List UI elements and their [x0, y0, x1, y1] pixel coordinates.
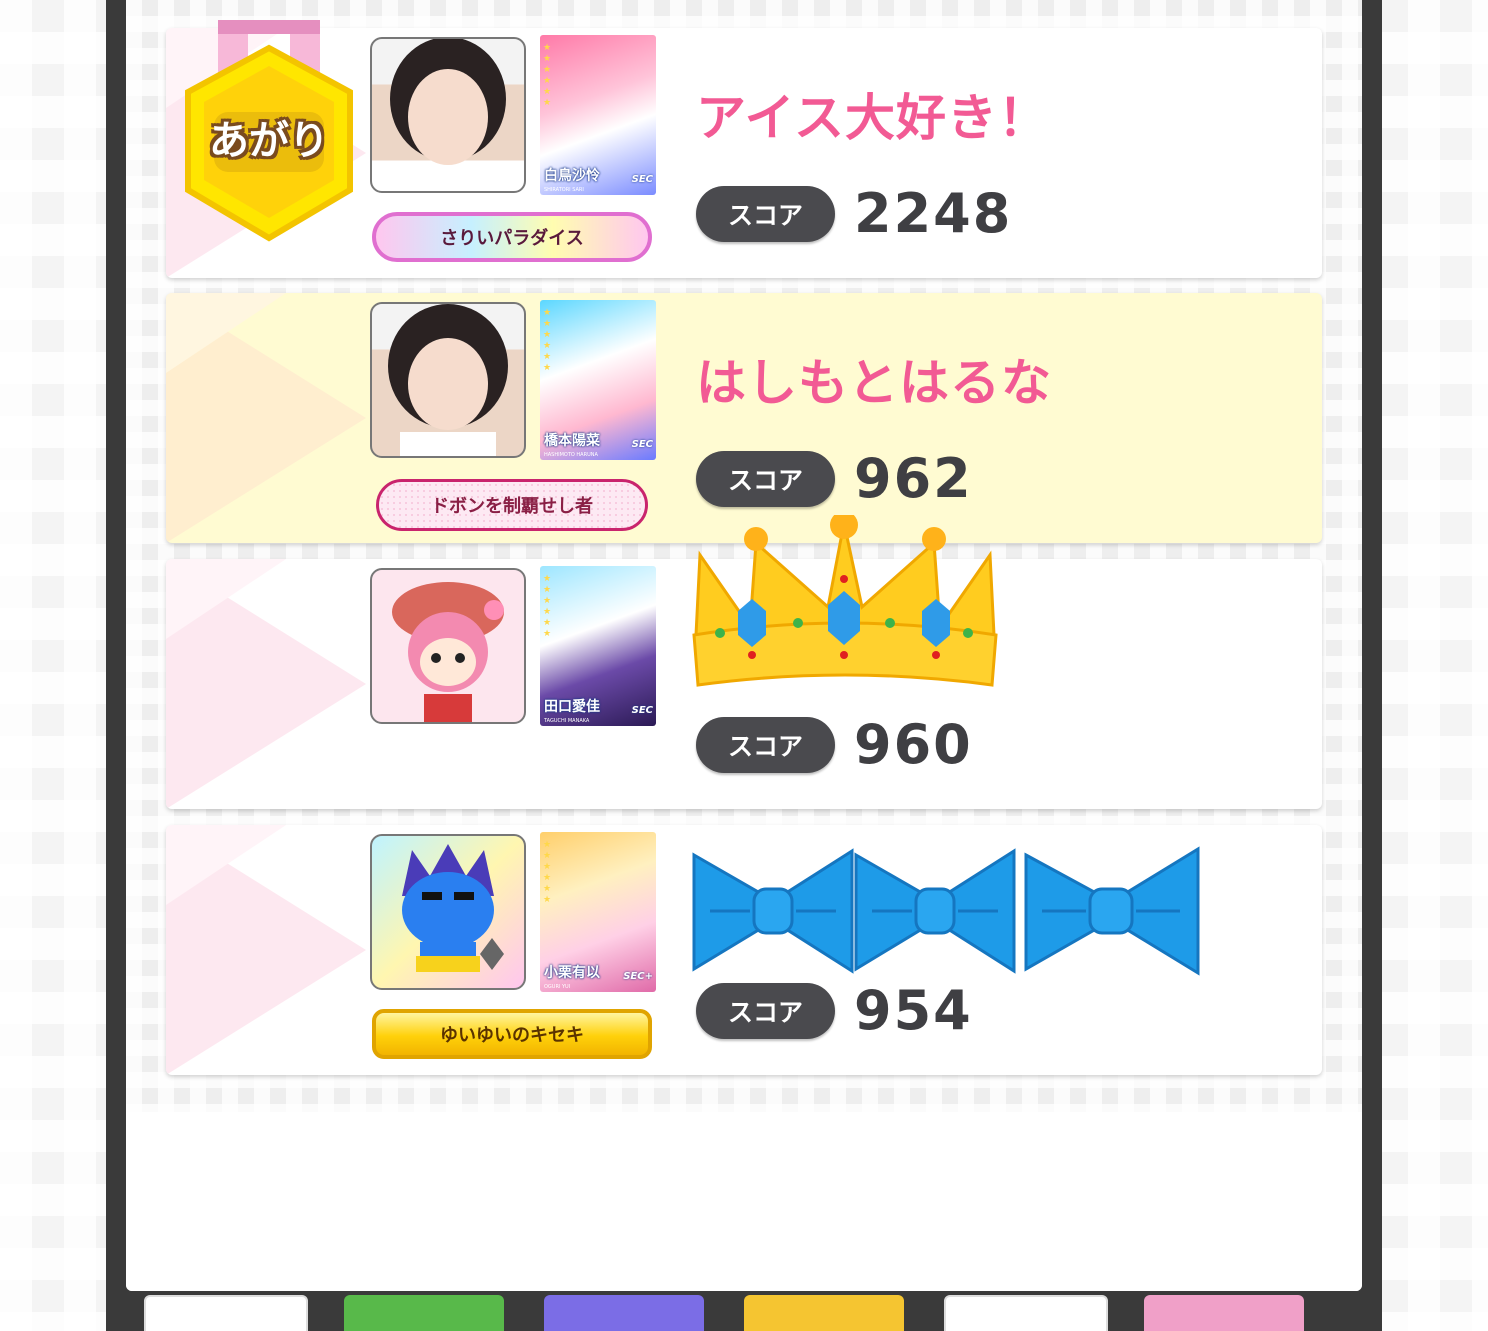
background-tile: [944, 1295, 1108, 1331]
row-decoration: [166, 559, 366, 809]
agari-medal-label: あがり: [209, 118, 329, 164]
card-member-name: 白鳥沙怜: [544, 168, 600, 184]
row-decoration: [166, 825, 366, 1075]
background-tile: [144, 1295, 308, 1331]
card-rarity-stars: ★ ★ ★ ★ ★ ★: [543, 840, 552, 905]
card-rarity-badge: SEC: [631, 174, 653, 185]
card-member-romaji: HASHIMOTO HARUNA: [544, 452, 598, 458]
background-tile: [744, 1295, 904, 1331]
background-card-strip: [126, 1291, 1362, 1331]
card-rarity-badge: SEC: [631, 705, 653, 716]
member-photo-avatar[interactable]: [370, 302, 526, 458]
member-card[interactable]: ★ ★ ★ ★ ★ ★ 橋本陽菜 HASHIMOTO HARUNA SEC: [540, 300, 656, 460]
card-rarity-stars: ★ ★ ★ ★ ★ ★: [543, 308, 552, 373]
score-label: スコア: [696, 186, 835, 242]
score-value: 954: [854, 979, 973, 1042]
card-member-name: 橋本陽菜: [544, 433, 600, 449]
result-row-2: ★ ★ ★ ★ ★ ★ 橋本陽菜 HASHIMOTO HARUNA SEC ドボンを制覇せ…: [166, 293, 1322, 543]
member-card[interactable]: ★ ★ ★ ★ ★ ★ 小栗有以 OGURI YUI SEC+: [540, 832, 656, 992]
card-rarity-badge: SEC+: [623, 971, 653, 982]
title-badge: ドボンを制覇せし者: [376, 479, 648, 531]
score-value: 962: [854, 447, 973, 510]
panel-footer: [126, 1112, 1362, 1291]
card-rarity-badge: SEC: [631, 439, 653, 450]
background-tile: [344, 1295, 504, 1331]
score-label: スコア: [696, 451, 835, 507]
card-rarity-stars: ★ ★ ★ ★ ★ ★: [543, 574, 552, 639]
blue-ribbon-icon: [1022, 845, 1202, 977]
title-badge: ゆいゆいのキセキ: [372, 1009, 652, 1059]
agari-medal-icon: あがり: [180, 20, 358, 250]
card-member-romaji: SHIRATORI SARI: [544, 187, 584, 193]
cartoon-hat-character-avatar[interactable]: [370, 568, 526, 724]
row-decoration: [166, 293, 366, 543]
result-row-3: ★ ★ ★ ★ ★ ★ 田口愛佳 TAGUCHI MANAKA SEC スコア 960: [166, 511, 1322, 809]
background-tile: [544, 1295, 704, 1331]
card-member-romaji: OGURI YUI: [544, 984, 571, 990]
blue-oni-character-avatar[interactable]: [370, 834, 526, 990]
title-badge: さりいパラダイス: [372, 212, 652, 262]
score-value: 2248: [854, 182, 1013, 245]
card-member-romaji: TAGUCHI MANAKA: [544, 718, 590, 724]
member-photo-avatar[interactable]: [370, 37, 526, 193]
member-card[interactable]: ★ ★ ★ ★ ★ ★ 白鳥沙怜 SHIRATORI SARI SEC: [540, 35, 656, 195]
player-name: アイス大好き！: [696, 89, 1049, 147]
background-tile: [1144, 1295, 1304, 1331]
blue-ribbon-icon: [690, 845, 856, 977]
blue-ribbon-icon: [852, 845, 1018, 977]
crown-icon: [690, 511, 1000, 695]
card-member-name: 小栗有以: [544, 965, 600, 981]
player-name: はしもとはるな: [696, 354, 1052, 412]
result-row-1: あがり ★ ★ ★ ★ ★ ★ 白鳥沙怜 SHIRATORI SARI SEC さりいパラ…: [166, 20, 1322, 278]
member-card[interactable]: ★ ★ ★ ★ ★ ★ 田口愛佳 TAGUCHI MANAKA SEC: [540, 566, 656, 726]
card-member-name: 田口愛佳: [544, 699, 600, 715]
result-row-4: ★★★★★★ 小栗有以 OGURI YUI SEC+ ゆいゆいのキセキ: [166, 825, 1322, 1075]
score-label: スコア: [696, 717, 835, 773]
card-rarity-stars: ★ ★ ★ ★ ★ ★: [543, 43, 552, 108]
score-label: スコア: [696, 983, 835, 1039]
score-value: 960: [854, 713, 973, 776]
